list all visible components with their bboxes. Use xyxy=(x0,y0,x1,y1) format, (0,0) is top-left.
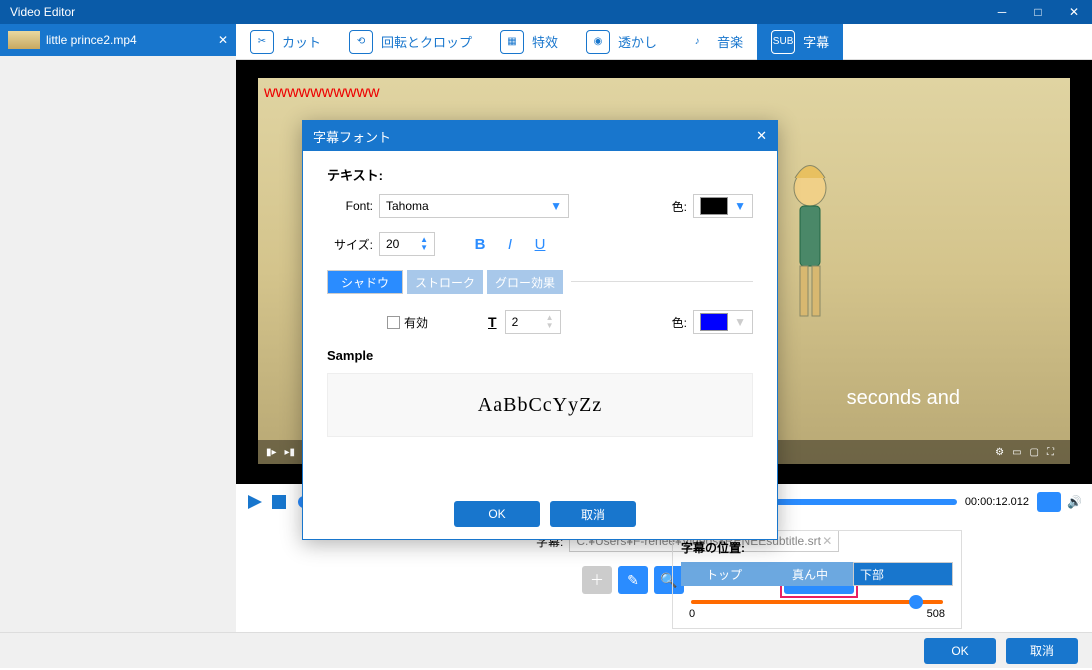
snapshot-button[interactable] xyxy=(1037,492,1061,512)
scissors-icon: ✂ xyxy=(250,30,274,54)
film-icon: ▦ xyxy=(500,30,524,54)
minimize-button[interactable]: ─ xyxy=(984,0,1020,24)
duration-text: 00:00:12.012 xyxy=(965,496,1029,508)
shadow-color-select[interactable]: ▼ xyxy=(693,310,753,334)
sample-preview: AaBbCcYyZz xyxy=(327,373,753,437)
font-value: Tahoma xyxy=(386,199,429,213)
underline-button[interactable]: U xyxy=(525,236,555,253)
audio-button[interactable]: 🔊 xyxy=(1067,495,1082,509)
file-tab[interactable]: little prince2.mp4 ✕ xyxy=(0,24,236,56)
overlay-text: wwwwwwwwww xyxy=(264,84,380,102)
stroke-tab[interactable]: ストローク xyxy=(407,270,483,294)
slider-max: 508 xyxy=(927,608,945,620)
font-select[interactable]: Tahoma ▼ xyxy=(379,194,569,218)
chevron-down-icon: ▼ xyxy=(734,199,746,213)
text-offset-icon: T xyxy=(488,314,497,330)
maximize-button[interactable]: □ xyxy=(1020,0,1056,24)
spinner-icon: ▲▼ xyxy=(546,314,554,330)
shadow-color-swatch xyxy=(700,313,728,331)
reel-icon: ◉ xyxy=(586,30,610,54)
text-color-swatch xyxy=(700,197,728,215)
subtitle-icon: SUB xyxy=(771,30,795,54)
footer: OK 取消 xyxy=(0,632,1092,668)
close-button[interactable]: ✕ xyxy=(1056,0,1092,24)
italic-button[interactable]: I xyxy=(495,236,525,253)
enable-label: 有効 xyxy=(404,314,428,331)
tab-effect[interactable]: ▦特效 xyxy=(486,24,572,60)
subtitle-position-panel: 字幕の位置: トップ 真ん中 下部 0 508 xyxy=(672,530,962,629)
stop-button[interactable] xyxy=(272,495,286,509)
tab-music[interactable]: ♪音楽 xyxy=(671,24,757,60)
tab-rotate-crop[interactable]: ⟲回転とクロップ xyxy=(335,24,486,60)
size-label: サイズ: xyxy=(327,236,373,253)
text-color-label: 色: xyxy=(663,198,687,215)
dialog-title: 字幕フォント xyxy=(313,127,391,146)
glow-tab[interactable]: グロー効果 xyxy=(487,270,563,294)
chevron-down-icon: ▼ xyxy=(734,315,746,329)
dialog-close-icon[interactable]: ✕ xyxy=(756,128,767,144)
title-bar: Video Editor ─ □ ✕ xyxy=(0,0,1092,24)
spinner-icon: ▲▼ xyxy=(420,236,428,252)
size-input[interactable]: 20 ▲▼ xyxy=(379,232,435,256)
sample-label: Sample xyxy=(327,348,753,363)
main-toolbar: ✂カット ⟲回転とクロップ ▦特效 ◉透かし ♪音楽 SUB字幕 xyxy=(236,24,1092,60)
chevron-down-icon: ▼ xyxy=(550,199,562,213)
note-icon: ♪ xyxy=(685,30,709,54)
dialog-ok-button[interactable]: OK xyxy=(454,501,540,527)
footer-ok-button[interactable]: OK xyxy=(924,638,996,664)
step-icon[interactable]: ▸▮ xyxy=(285,447,296,458)
app-title: Video Editor xyxy=(10,5,75,19)
font-label: Font: xyxy=(327,199,373,213)
pip-icon[interactable]: ▭ xyxy=(1012,447,1021,458)
bold-button[interactable]: B xyxy=(465,236,495,253)
file-thumbnail xyxy=(8,31,40,49)
edit-subtitle-button[interactable]: ✎ xyxy=(618,566,648,594)
shadow-tab[interactable]: シャドウ xyxy=(327,270,403,294)
slider-min: 0 xyxy=(689,608,695,620)
enable-checkbox[interactable] xyxy=(387,316,400,329)
footer-cancel-button[interactable]: 取消 xyxy=(1006,638,1078,664)
position-top-button[interactable]: トップ xyxy=(681,562,767,586)
tab-subtitle[interactable]: SUB字幕 xyxy=(757,24,843,60)
shadow-color-label: 色: xyxy=(663,314,687,331)
sidebar: little prince2.mp4 ✕ xyxy=(0,24,236,632)
text-color-select[interactable]: ▼ xyxy=(693,194,753,218)
close-file-icon[interactable]: ✕ xyxy=(218,33,228,47)
tab-cut[interactable]: ✂カット xyxy=(236,24,335,60)
video-caption: seconds and xyxy=(847,387,960,410)
theater-icon[interactable]: ▢ xyxy=(1030,447,1039,458)
tab-watermark[interactable]: ◉透かし xyxy=(572,24,671,60)
text-section-label: テキスト: xyxy=(327,165,753,184)
fullscreen-icon[interactable]: ⛶ xyxy=(1047,447,1054,458)
shadow-offset-input[interactable]: 2 ▲▼ xyxy=(505,310,561,334)
position-middle-button[interactable]: 真ん中 xyxy=(767,562,853,586)
add-subtitle-button[interactable]: ＋ xyxy=(582,566,612,594)
dialog-titlebar[interactable]: 字幕フォント ✕ xyxy=(303,121,777,151)
crop-icon: ⟲ xyxy=(349,30,373,54)
shadow-offset-value: 2 xyxy=(512,315,519,329)
position-label: 字幕の位置: xyxy=(681,539,953,556)
dialog-cancel-button[interactable]: 取消 xyxy=(550,501,636,527)
size-value: 20 xyxy=(386,237,399,251)
settings-icon[interactable]: ⚙ xyxy=(995,447,1004,458)
play-button[interactable] xyxy=(246,493,264,511)
play-pause-icon[interactable]: ▮▸ xyxy=(266,447,277,458)
position-bottom-button[interactable]: 下部 xyxy=(853,562,953,586)
file-name: little prince2.mp4 xyxy=(46,33,137,47)
position-slider[interactable] xyxy=(691,600,943,604)
subtitle-font-dialog: 字幕フォント ✕ テキスト: Font: Tahoma ▼ 色: ▼ サイズ: … xyxy=(302,120,778,540)
